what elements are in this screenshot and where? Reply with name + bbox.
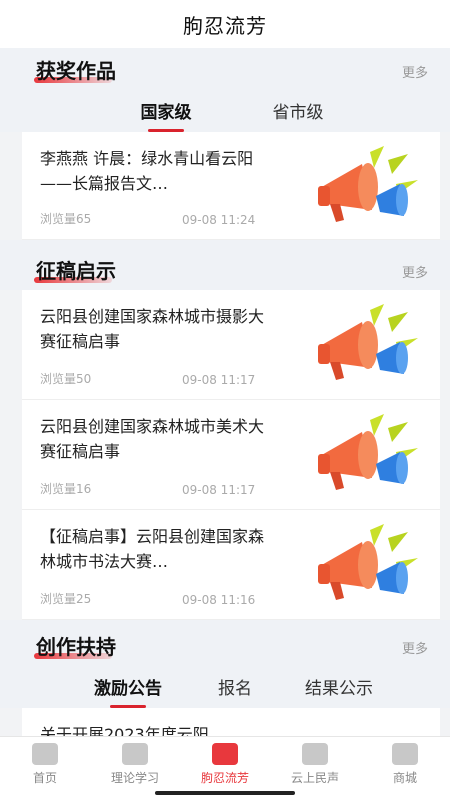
awards-section-title: 获奖作品 bbox=[34, 55, 116, 84]
list-item[interactable]: 李燕燕 许晨：绿水青山看云阳——长篇报告文… 浏览量65 09-08 11:24 bbox=[22, 132, 440, 240]
megaphone-icon bbox=[318, 304, 418, 380]
nav-label: 首页 bbox=[32, 771, 57, 785]
nav-label: 商城 bbox=[392, 771, 417, 785]
item-title: 云阳县创建国家森林城市美术大赛征稿启事 bbox=[40, 417, 265, 461]
heart-book-icon bbox=[122, 743, 148, 765]
item-title: 关于开展2023年度云阳 bbox=[40, 725, 209, 736]
ticket-star-icon bbox=[212, 743, 238, 765]
tab-incentive-notice[interactable]: 激励公告 bbox=[85, 674, 171, 699]
nav-item-home[interactable]: 首页 bbox=[0, 737, 90, 800]
chat-icon bbox=[302, 743, 328, 765]
list-item[interactable]: 云阳县创建国家森林城市美术大赛征稿启事 浏览量16 09-08 11:17 bbox=[22, 400, 440, 510]
nav-label: 理论学习 bbox=[110, 771, 159, 785]
item-time: 09-08 11:24 bbox=[182, 213, 256, 227]
top-bar: 朐忍流芳 bbox=[0, 0, 450, 48]
item-views: 浏览量65 bbox=[40, 212, 92, 226]
support-section-title: 创作扶持 bbox=[34, 631, 116, 660]
item-title: 云阳县创建国家森林城市摄影大赛征稿启事 bbox=[40, 307, 265, 351]
calls-section-header: 征稿启示 更多 bbox=[0, 240, 450, 290]
nav-item-shop[interactable]: 商城 bbox=[360, 737, 450, 800]
nav-label: 朐忍流芳 bbox=[200, 771, 249, 785]
list-item[interactable]: 【征稿启事】云阳县创建国家森林城市书法大赛… 浏览量25 09-08 11:16 bbox=[22, 510, 440, 620]
support-section-header: 创作扶持 更多 bbox=[0, 620, 450, 666]
main-content[interactable]: 获奖作品 更多 国家级 省市级 李燕燕 许晨：绿水青山看云阳——长篇报告文… 浏… bbox=[0, 48, 450, 736]
list-item[interactable]: 关于开展2023年度云阳 bbox=[22, 708, 440, 736]
item-views: 浏览量16 bbox=[40, 482, 92, 496]
megaphone-icon bbox=[318, 414, 418, 490]
item-title: 李燕燕 许晨：绿水青山看云阳——长篇报告文… bbox=[40, 149, 254, 193]
calls-section-title: 征稿启示 bbox=[34, 255, 116, 284]
home-icon bbox=[32, 743, 58, 765]
item-views: 浏览量50 bbox=[40, 372, 92, 386]
tab-signup[interactable]: 报名 bbox=[215, 674, 255, 699]
awards-more-link[interactable]: 更多 bbox=[402, 62, 428, 81]
tab-results[interactable]: 结果公示 bbox=[299, 674, 379, 699]
shop-icon bbox=[392, 743, 418, 765]
awards-tabs: 国家级 省市级 bbox=[0, 90, 450, 130]
item-time: 09-08 11:17 bbox=[182, 483, 256, 497]
megaphone-icon bbox=[318, 146, 418, 222]
page-title: 朐忍流芳 bbox=[183, 13, 267, 38]
nav-label: 云上民声 bbox=[290, 771, 339, 785]
item-views: 浏览量25 bbox=[40, 592, 92, 606]
tab-provincial[interactable]: 省市级 bbox=[267, 98, 329, 123]
home-indicator[interactable] bbox=[155, 791, 295, 795]
support-tabs: 激励公告 报名 结果公示 bbox=[0, 666, 450, 706]
item-title: 【征稿启事】云阳县创建国家森林城市书法大赛… bbox=[40, 527, 265, 571]
item-time: 09-08 11:17 bbox=[182, 373, 256, 387]
awards-section-header: 获奖作品 更多 bbox=[0, 48, 450, 90]
list-item[interactable]: 云阳县创建国家森林城市摄影大赛征稿启事 浏览量50 09-08 11:17 bbox=[22, 290, 440, 400]
calls-more-link[interactable]: 更多 bbox=[402, 262, 428, 281]
support-more-link[interactable]: 更多 bbox=[402, 638, 428, 657]
tab-national[interactable]: 国家级 bbox=[135, 98, 197, 123]
item-time: 09-08 11:16 bbox=[182, 593, 256, 607]
megaphone-icon bbox=[318, 524, 418, 600]
